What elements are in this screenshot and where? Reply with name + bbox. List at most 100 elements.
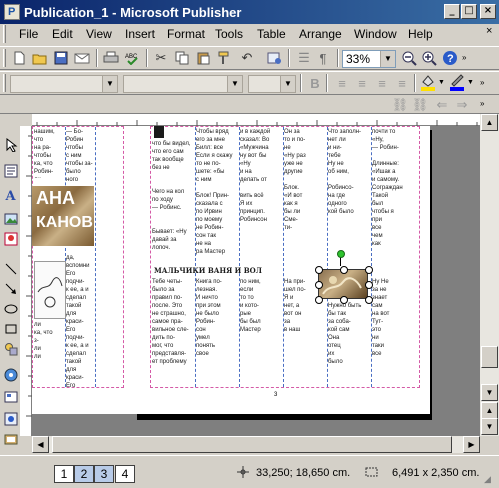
left-page-drawing[interactable] [34, 261, 66, 319]
fill-color-icon[interactable] [418, 72, 438, 92]
scroll-down-button[interactable]: ▼ [481, 384, 498, 401]
banner-image[interactable]: АНА КАНОВ [32, 186, 94, 246]
form-control-icon[interactable] [2, 388, 19, 405]
help-icon[interactable]: ? [440, 48, 460, 68]
design-gallery-icon[interactable] [2, 430, 19, 447]
resize-handle[interactable] [365, 296, 373, 304]
align-left-icon[interactable]: ≡ [332, 73, 352, 93]
next-textbox-icon[interactable]: ⇒ [452, 95, 472, 115]
right-page-col5[interactable]: Что заполн-нет ли и ни-тебе Ну не об ним, Ро… [328, 128, 368, 246]
page-tab-2[interactable]: 2 [74, 465, 94, 483]
wordart-icon[interactable]: A [2, 188, 19, 205]
cut-icon[interactable]: ✂ [151, 48, 171, 68]
menu-tools[interactable]: Tools [215, 27, 243, 41]
vertical-scrollbar[interactable]: ▲ ▼ ▲ ▼ [480, 114, 499, 436]
break-link-icon[interactable]: ⛓ [410, 95, 430, 115]
right-page-col5b[interactable]: Нужно быть бы так за соба-кой сам Она отец их… [328, 302, 368, 388]
right-page[interactable]: что бы видел, что его сам так вообще без не… [132, 126, 430, 414]
page-tab-1[interactable]: 1 [54, 465, 74, 483]
maximize-button[interactable]: □ [461, 4, 477, 19]
vertical-ruler[interactable] [20, 126, 32, 436]
article-headline[interactable]: МАЛЬЧИКИ ВАНЯ И ВОЛ [154, 266, 274, 276]
previous-page-button[interactable]: ▲ [481, 402, 498, 419]
columns-icon[interactable]: ☰ [294, 48, 314, 68]
menu-insert[interactable]: Insert [125, 27, 155, 41]
clip-art-icon[interactable] [2, 230, 19, 247]
horizontal-scrollbar[interactable]: ◀ ▶ [32, 436, 480, 453]
close-button[interactable]: × [480, 4, 496, 19]
toolbar-grip[interactable] [3, 49, 6, 67]
autoshapes-icon[interactable] [2, 340, 19, 357]
print-icon[interactable] [101, 48, 121, 68]
chevron-down-icon[interactable]: ▼ [227, 76, 242, 92]
font-size-combo[interactable]: ▼ [248, 75, 296, 93]
align-center-icon[interactable]: ≡ [352, 73, 372, 93]
page-tab-3[interactable]: 3 [94, 465, 114, 483]
chevron-down-icon[interactable]: ▼ [280, 76, 295, 92]
spelling-icon[interactable]: ABC [122, 48, 142, 68]
horizontal-ruler[interactable] [32, 114, 480, 126]
scroll-up-button[interactable]: ▲ [481, 114, 498, 131]
paste-icon[interactable] [193, 48, 213, 68]
resize-handle[interactable] [340, 266, 348, 274]
text-box-icon[interactable] [2, 162, 19, 179]
left-page[interactable]: нашим, чтона ра-чтобыка, чтоРобин-ли — Б… [32, 126, 132, 414]
publisher-app-icon[interactable]: P [4, 4, 20, 20]
menu-view[interactable]: View [86, 27, 112, 41]
page-tab-4[interactable]: 4 [115, 465, 135, 483]
font-combo[interactable]: ▼ [123, 75, 243, 93]
chevron-down-icon[interactable]: ▼ [438, 79, 445, 86]
zoom-in-icon[interactable] [419, 48, 439, 68]
arrow-icon[interactable] [2, 280, 19, 297]
menu-edit[interactable]: Edit [52, 27, 73, 41]
style-combo[interactable]: ▼ [10, 75, 118, 93]
next-page-button[interactable]: ▼ [481, 418, 498, 435]
right-page-col6b[interactable]: Ну Не за не знает сам на вот Тут-это ни таки все [372, 278, 416, 388]
rectangle-icon[interactable] [2, 320, 19, 337]
zoom-out-icon[interactable] [399, 48, 419, 68]
email-icon[interactable] [72, 48, 92, 68]
left-page-text-col2[interactable]: — Бо- Робин чтобы с ним чтобы за-было ного [66, 128, 94, 183]
scroll-right-button[interactable]: ▶ [463, 436, 480, 453]
copy-icon[interactable] [172, 48, 192, 68]
menu-format[interactable]: Format [167, 27, 205, 41]
insert-hyperlink-icon[interactable] [265, 48, 285, 68]
new-icon[interactable] [9, 48, 29, 68]
menu-file[interactable]: File [19, 27, 38, 41]
photo-strip[interactable] [154, 126, 164, 138]
resize-handle[interactable] [365, 266, 373, 274]
hot-spot-icon[interactable] [2, 366, 19, 383]
right-page-col3[interactable]: и в каждой сказал: Во «Мужчина ну вот бы «Ну… [240, 128, 280, 256]
left-page-text-col1[interactable]: нашим, чтона ра-чтобыка, чтоРобин-ли [34, 128, 64, 178]
scroll-thumb[interactable] [481, 346, 498, 368]
toolbar-options-icon[interactable]: » [480, 99, 484, 108]
save-icon[interactable] [51, 48, 71, 68]
oval-icon[interactable] [2, 300, 19, 317]
menu-close-icon[interactable]: × [486, 25, 492, 37]
right-page-col3b[interactable]: по ним, если то то и кото-рые бы был Мастер [240, 278, 280, 388]
resize-handle[interactable] [315, 266, 323, 274]
left-page-text-col1b[interactable]: ли ка, что з-ли ли [34, 321, 64, 386]
toolbar-grip[interactable] [3, 74, 6, 92]
align-right-icon[interactable]: ≡ [372, 73, 392, 93]
menu-table[interactable]: Table [257, 27, 286, 41]
justify-icon[interactable]: ≡ [392, 73, 412, 93]
picture-frame-icon[interactable] [2, 210, 19, 227]
scroll-left-button[interactable]: ◀ [32, 436, 49, 453]
line-color-icon[interactable] [447, 72, 467, 92]
horizontal-scroll-thumb[interactable] [52, 436, 452, 453]
html-fragment-icon[interactable] [2, 410, 19, 427]
right-page-col6[interactable]: почти то «Ну, — Робин- Длинные: «Ишак аи сам… [372, 128, 416, 268]
menu-arrange[interactable]: Arrange [299, 27, 342, 41]
left-page-text-col2b[interactable]: да, вспомни Его подчи-к ее, а и сделал так… [66, 254, 94, 389]
chevron-down-icon[interactable]: ▼ [467, 79, 474, 86]
right-page-col1b[interactable]: Тебе четы-было за правил по-после. Это не … [152, 278, 192, 388]
undo-icon[interactable]: ↶ [237, 48, 257, 68]
open-icon[interactable] [30, 48, 50, 68]
chevron-down-icon[interactable]: ▼ [380, 51, 395, 67]
rotate-handle[interactable] [337, 250, 345, 258]
resize-handle[interactable] [315, 296, 323, 304]
resize-grip-icon[interactable]: ◢ [484, 474, 491, 485]
bold-icon[interactable]: B [305, 73, 325, 93]
select-objects-icon[interactable] [2, 136, 19, 153]
